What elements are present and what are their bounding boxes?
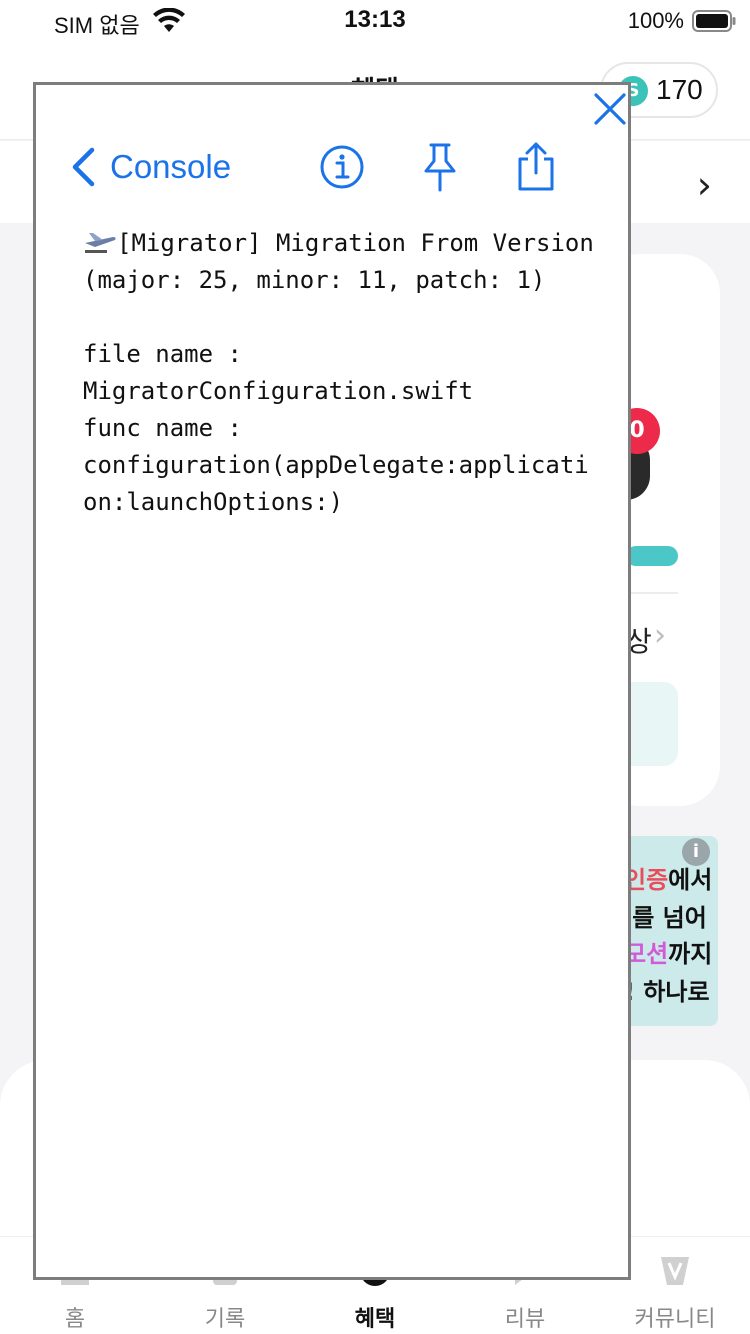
console-back-button[interactable]: Console [70,145,231,189]
status-bar: SIM 없음 13:13 100% [0,0,750,44]
log-file-value: MigratorConfiguration.swift [83,377,474,405]
log-message: [Migrator] Migration From Version(major:… [83,229,594,294]
info-panel [626,682,678,766]
share-icon[interactable] [512,141,560,193]
chevron-right-icon[interactable]: › [697,163,712,207]
console-panel: Console [Migrator] Migration From Versio… [33,82,631,1280]
divider [626,592,678,594]
tab-label: 기록 [204,1307,246,1332]
banner-line: 모션까지 [624,940,713,968]
tab-label: 혜택 [354,1307,396,1332]
console-title: Console [110,148,232,185]
close-icon[interactable] [590,89,630,129]
pin-icon[interactable] [416,141,464,193]
airplane-icon [85,233,116,253]
log-file-label: file name : [83,340,242,368]
battery-percent: 100% [627,8,684,33]
tab-label: 리뷰 [504,1307,546,1332]
log-func-value: configuration(appDelegate:application:la… [83,451,589,516]
info-icon[interactable] [318,141,366,193]
progress-bar [626,546,678,566]
chevron-left-icon [72,147,95,187]
tab-label: 홈 [64,1307,86,1332]
point-balance: 170 [656,74,703,105]
tab-label: 커뮤니티 [634,1307,716,1332]
banner-line: l를 넘어 [624,904,707,932]
banner-line: ! 하나로 [624,978,710,1006]
battery-icon [692,10,736,32]
community-icon [661,1257,689,1285]
chevron-right-icon[interactable]: › [654,618,666,653]
console-log: [Migrator] Migration From Version(major:… [83,225,603,521]
log-func-label: func name : [83,414,242,442]
banner-line: 인증에서 [624,866,713,894]
